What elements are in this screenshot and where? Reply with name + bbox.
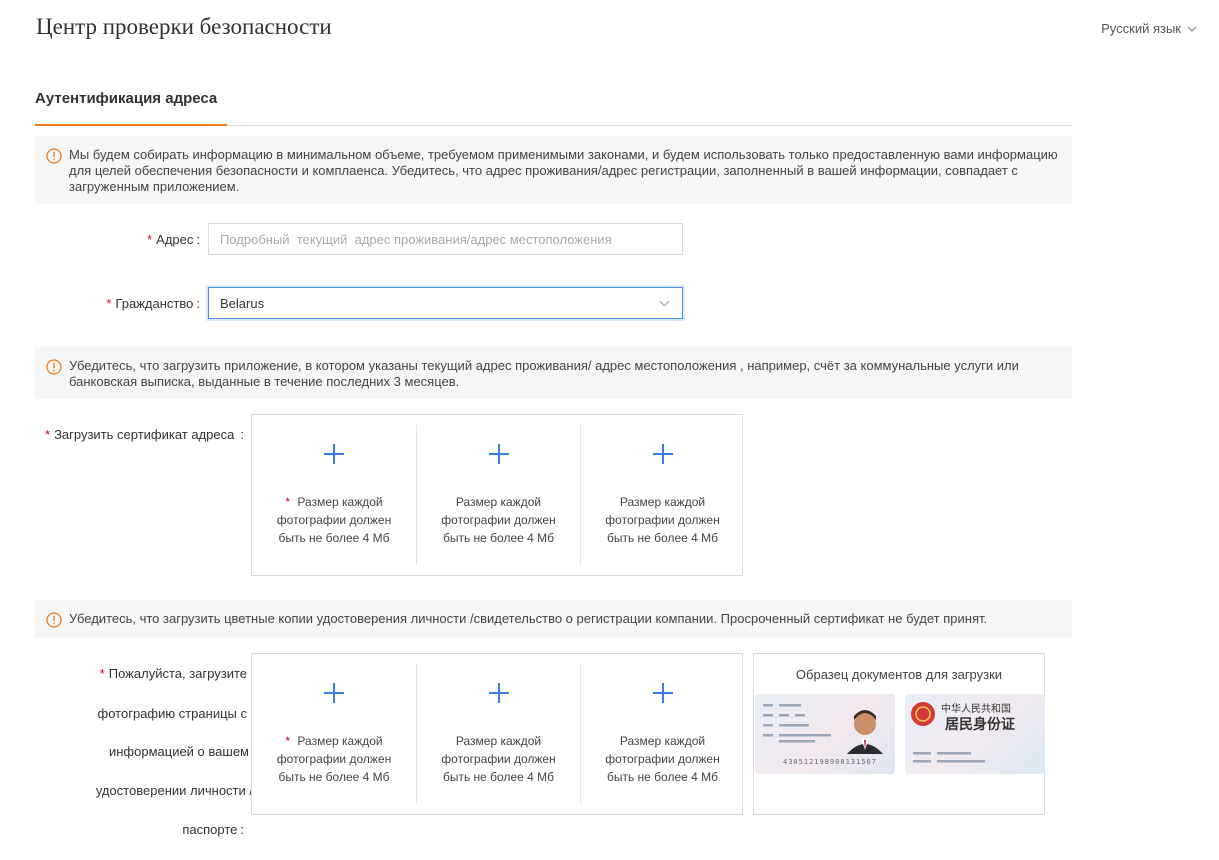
required-mark: *: [285, 495, 291, 509]
info-icon: [46, 359, 62, 375]
citizenship-select[interactable]: Belarus: [208, 287, 683, 319]
citizenship-label-text: Гражданство: [115, 296, 194, 311]
id-upload-label-line: удостоверении личности /: [95, 783, 253, 798]
id-card-back-sample: 中华人民共和国 居民身份证: [905, 694, 1045, 774]
address-cert-label-text: Загрузить сертификат адреса: [54, 427, 235, 442]
upload-hint: * Размер каждой фотографии должен быть н…: [264, 493, 404, 547]
upload-hint: Размер каждой фотографии должен быть не …: [605, 495, 720, 545]
address-cert-upload-group: * Размер каждой фотографии должен быть н…: [251, 414, 743, 576]
plus-icon: [324, 444, 344, 464]
id-upload-group: * Размер каждой фотографии должен быть н…: [251, 653, 743, 815]
address-label: * Адрес:: [147, 232, 200, 247]
upload-hint: * Размер каждой фотографии должен быть н…: [264, 732, 404, 786]
required-mark: *: [45, 427, 51, 442]
upload-slot[interactable]: Размер каждой фотографии должен быть не …: [580, 425, 744, 565]
upload-slot[interactable]: Размер каждой фотографии должен быть не …: [416, 664, 580, 804]
plus-icon: [489, 444, 509, 464]
label-colon: :: [196, 232, 200, 247]
citizenship-value: Belarus: [220, 296, 265, 311]
info-icon: [46, 612, 62, 628]
upload-hint: Размер каждой фотографии должен быть не …: [441, 495, 556, 545]
id-doc-notice-text: Убедитесь, что загрузить цветные копии у…: [69, 611, 988, 626]
address-doc-notice-text: Убедитесь, что загрузить приложение, в к…: [69, 358, 1019, 389]
id-upload-label-text: Пожалуйста, загрузите: [108, 666, 247, 681]
label-colon: :: [240, 822, 244, 837]
address-doc-notice: Убедитесь, что загрузить приложение, в к…: [35, 347, 1072, 399]
sample-title: Образец документов для загрузки: [795, 667, 1003, 682]
required-mark: *: [99, 666, 105, 681]
plus-icon: [324, 683, 344, 703]
id-upload-label-text: паспорте: [182, 822, 238, 837]
upload-hint: Размер каждой фотографии должен быть не …: [605, 734, 720, 784]
plus-icon: [653, 683, 673, 703]
address-input[interactable]: [208, 223, 683, 255]
label-colon: :: [196, 296, 200, 311]
upload-slot[interactable]: Размер каждой фотографии должен быть не …: [416, 425, 580, 565]
upload-hint-text: Размер каждой фотографии должен быть не …: [276, 734, 392, 784]
required-mark: *: [106, 296, 112, 311]
id-upload-label-line: фотографию страницы с: [97, 706, 247, 721]
label-colon: :: [240, 427, 244, 442]
citizenship-label: * Гражданство:: [106, 296, 200, 311]
id-card-back-line1: 中华人民共和国: [941, 704, 1011, 715]
page-title: Центр проверки безопасности: [36, 14, 332, 39]
upload-hint-text: Размер каждой фотографии должен быть не …: [276, 495, 392, 545]
plus-icon: [489, 683, 509, 703]
id-upload-label-line: информацией о вашем: [108, 744, 249, 759]
id-card-front-sample: 430512198908131567: [755, 694, 895, 774]
privacy-notice: Мы будем собирать информацию в минимальн…: [35, 136, 1072, 204]
chevron-down-icon: [659, 300, 670, 307]
id-doc-notice: Убедитесь, что загрузить цветные копии у…: [35, 600, 1072, 638]
address-cert-label: * Загрузить сертификат адреса:: [45, 427, 244, 442]
tab-bar: Аутентификация адреса: [35, 86, 1072, 126]
upload-hint: Размер каждой фотографии должен быть не …: [441, 734, 556, 784]
address-label-text: Адрес: [156, 232, 194, 247]
upload-slot[interactable]: * Размер каждой фотографии должен быть н…: [252, 425, 416, 565]
upload-slot[interactable]: Размер каждой фотографии должен быть не …: [580, 664, 744, 804]
id-card-number: 430512198908131567: [783, 758, 877, 766]
required-mark: *: [147, 232, 153, 247]
language-selector[interactable]: Русский язык: [1101, 21, 1197, 36]
upload-slot[interactable]: * Размер каждой фотографии должен быть н…: [252, 664, 416, 804]
sample-documents: Образец документов для загрузки 43051219…: [753, 653, 1045, 815]
tab-address-auth[interactable]: Аутентификация адреса: [35, 86, 227, 126]
id-upload-label-line: паспорте:: [182, 822, 244, 837]
plus-icon: [653, 444, 673, 464]
required-mark: *: [285, 734, 291, 748]
id-card-back-line2: 居民身份证: [945, 717, 1015, 733]
info-icon: [46, 148, 62, 164]
id-upload-label-line: * Пожалуйста, загрузите: [100, 666, 247, 681]
chevron-down-icon: [1187, 26, 1197, 32]
privacy-notice-text: Мы будем собирать информацию в минимальн…: [69, 147, 1058, 194]
language-label: Русский язык: [1101, 21, 1181, 36]
